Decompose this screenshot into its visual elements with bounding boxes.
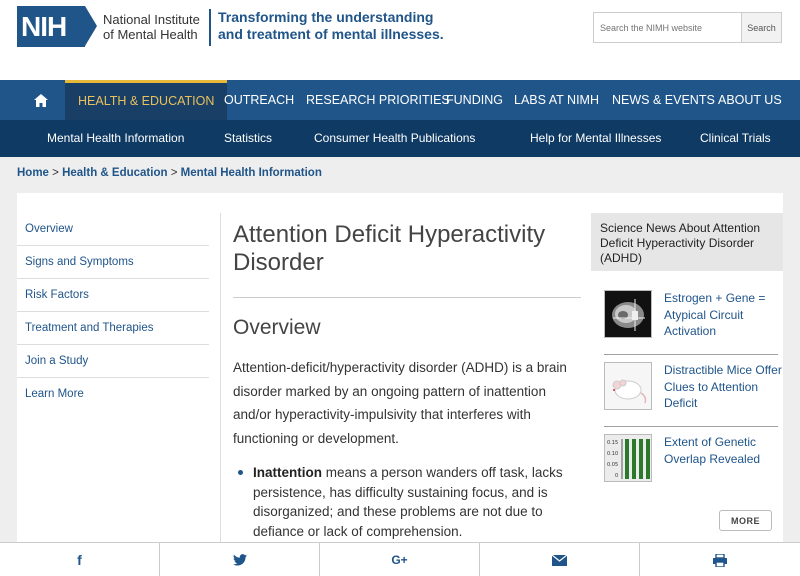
nav-health-education[interactable]: HEALTH & EDUCATION <box>65 80 228 120</box>
news-separator <box>604 426 778 427</box>
search-input[interactable] <box>593 12 742 43</box>
chart-tick: 0.10 <box>607 451 618 457</box>
breadcrumb-home[interactable]: Home <box>17 167 49 179</box>
nav-labs-at-nimh[interactable]: LABS AT NIMH <box>514 80 599 120</box>
secondary-nav: Mental Health Information Statistics Con… <box>0 120 800 157</box>
chart-tick: 0.05 <box>607 462 618 468</box>
news-link[interactable]: Distractible Mice Offer Clues to Attenti… <box>664 362 782 412</box>
twitter-share-button[interactable] <box>160 543 320 576</box>
news-link[interactable]: Estrogen + Gene = Atypical Circuit Activ… <box>664 290 782 340</box>
chart-tick: 0.15 <box>607 440 618 446</box>
email-icon <box>552 554 567 566</box>
logo-line-2: of Mental Health <box>103 26 198 42</box>
logo-text: National Institute of Mental Health <box>103 12 200 42</box>
news-item[interactable]: Estrogen + Gene = Atypical Circuit Activ… <box>604 290 782 340</box>
twitter-icon <box>232 554 247 566</box>
news-separator <box>604 354 778 355</box>
subnav-help-for-mental-illnesses[interactable]: Help for Mental Illnesses <box>530 120 661 157</box>
brain-scan-image <box>605 291 651 337</box>
chart-tick: 0 <box>615 473 618 479</box>
brain-scan-thumbnail[interactable] <box>604 290 652 338</box>
sidebar-divider <box>220 213 221 543</box>
print-icon <box>713 553 727 567</box>
logo-line-1: National Institute <box>103 11 200 27</box>
breadcrumb: Home > Health & Education > Mental Healt… <box>17 167 322 179</box>
title-rule <box>233 297 581 298</box>
breadcrumb-health-education[interactable]: Health & Education <box>62 167 167 179</box>
science-news-panel: Science News About Attention Deficit Hyp… <box>591 213 783 543</box>
tagline-line-1: Transforming the understanding <box>218 9 434 25</box>
subnav-consumer-health-publications[interactable]: Consumer Health Publications <box>314 120 475 157</box>
section-sidebar: Overview Signs and Symptoms Risk Factors… <box>17 213 209 411</box>
breadcrumb-separator: > <box>170 167 178 179</box>
bar-chart-thumbnail[interactable]: 0.15 0.10 0.05 0 <box>604 434 652 482</box>
nimh-logo[interactable]: NIH National Institute of Mental Health <box>17 6 200 47</box>
home-icon <box>34 93 48 107</box>
search-button[interactable]: Search <box>742 12 782 43</box>
breadcrumb-mental-health-information[interactable]: Mental Health Information <box>181 167 322 179</box>
sidebar-item-signs-symptoms[interactable]: Signs and Symptoms <box>17 246 209 279</box>
mouse-thumbnail[interactable] <box>604 362 652 410</box>
bullet-term: Inattention <box>253 465 322 480</box>
symptom-list: Inattention means a person wanders off t… <box>233 463 581 541</box>
breadcrumb-separator: > <box>52 167 59 179</box>
page-title: Attention Deficit Hyperactivity Disorder <box>233 221 546 276</box>
sidebar-item-risk-factors[interactable]: Risk Factors <box>17 279 209 312</box>
share-bar: f G+ <box>0 542 800 576</box>
subnav-statistics[interactable]: Statistics <box>224 120 272 157</box>
mouse-image <box>605 363 651 409</box>
news-item[interactable]: Distractible Mice Offer Clues to Attenti… <box>604 362 782 412</box>
sidebar-item-overview[interactable]: Overview <box>17 213 209 246</box>
email-share-button[interactable] <box>480 543 640 576</box>
nav-about-us[interactable]: ABOUT US <box>718 80 782 120</box>
news-item[interactable]: 0.15 0.10 0.05 0 Extent of Genetic Overl… <box>604 434 782 482</box>
print-button[interactable] <box>640 543 800 576</box>
sidebar-item-treatment[interactable]: Treatment and Therapies <box>17 312 209 345</box>
news-heading: Science News About Attention Deficit Hyp… <box>591 213 783 271</box>
nav-funding[interactable]: FUNDING <box>446 80 503 120</box>
subnav-clinical-trials[interactable]: Clinical Trials <box>700 120 771 157</box>
nav-news-events[interactable]: NEWS & EVENTS <box>612 80 715 120</box>
nav-outreach[interactable]: OUTREACH <box>224 80 294 120</box>
subnav-mental-health-information[interactable]: Mental Health Information <box>47 120 184 157</box>
facebook-share-button[interactable]: f <box>0 543 160 576</box>
primary-nav: HEALTH & EDUCATION OUTREACH RESEARCH PRI… <box>0 80 800 120</box>
news-link[interactable]: Extent of Genetic Overlap Revealed <box>664 434 782 482</box>
more-news-button[interactable]: MORE <box>719 510 772 531</box>
sidebar-item-join-study[interactable]: Join a Study <box>17 345 209 378</box>
section-heading: Overview <box>233 316 321 339</box>
tagline-line-2: and treatment of mental illnesses. <box>218 26 444 42</box>
site-search: Search <box>593 12 782 43</box>
facebook-icon: f <box>77 552 82 568</box>
site-header: NIH National Institute of Mental Health … <box>0 0 800 80</box>
nav-home-link[interactable] <box>16 80 66 120</box>
sidebar-item-learn-more[interactable]: Learn More <box>17 378 209 411</box>
bar-chart-image: 0.15 0.10 0.05 0 <box>605 435 651 481</box>
tagline: Transforming the understanding and treat… <box>218 9 468 43</box>
google-plus-share-button[interactable]: G+ <box>320 543 480 576</box>
list-item: Inattention means a person wanders off t… <box>238 463 581 541</box>
nih-logo-mark: NIH <box>17 6 97 47</box>
main-content: Attention Deficit Hyperactivity Disorder… <box>233 221 581 541</box>
google-plus-icon: G+ <box>391 553 408 567</box>
nav-research-priorities[interactable]: RESEARCH PRIORITIES <box>306 80 450 120</box>
tagline-divider <box>209 9 211 46</box>
intro-paragraph: Attention-deficit/hyperactivity disorder… <box>233 360 567 446</box>
